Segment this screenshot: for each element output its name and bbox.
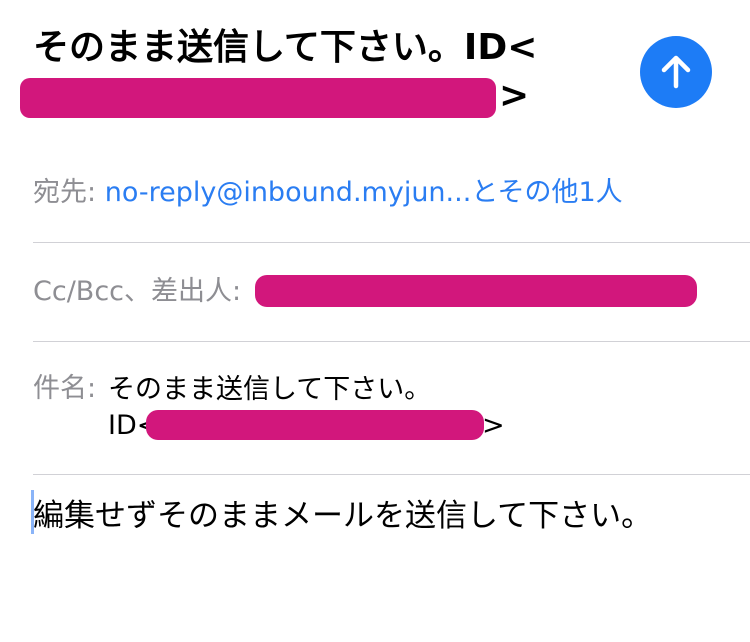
subject-value-line1[interactable]: そのまま送信して下さい。 — [108, 372, 431, 408]
subject-label: 件名: — [33, 373, 97, 404]
send-button[interactable] — [640, 36, 712, 108]
redaction-mark — [146, 410, 484, 440]
cc-bcc-label: Cc/Bcc、差出人: — [33, 276, 242, 307]
redaction-mark — [255, 275, 697, 307]
subject-field[interactable]: 件名: — [33, 372, 96, 406]
subject-id-suffix: > — [482, 410, 505, 441]
compose-title-line1: そのまま送信して下さい。ID< — [33, 27, 538, 68]
cc-bcc-field[interactable]: Cc/Bcc、差出人: — [33, 275, 241, 309]
compose-title: そのまま送信して下さい。ID< > — [20, 24, 623, 120]
compose-title-line2: > — [20, 72, 623, 120]
to-recipients[interactable]: no-reply@inbound.myjun...とその他1人 — [105, 177, 623, 208]
subject-value-line2[interactable]: ID< > — [108, 408, 508, 444]
divider — [33, 474, 750, 475]
arrow-up-icon — [661, 55, 691, 89]
divider — [33, 341, 750, 342]
compose-title-suffix: > — [499, 75, 530, 116]
redaction-mark — [20, 78, 496, 118]
to-label: 宛先: — [33, 177, 97, 208]
to-field[interactable]: 宛先: no-reply@inbound.myjun...とその他1人 — [33, 176, 623, 210]
message-body[interactable]: 編集せずそのままメールを送信して下さい。 — [33, 496, 652, 536]
divider — [33, 242, 750, 243]
